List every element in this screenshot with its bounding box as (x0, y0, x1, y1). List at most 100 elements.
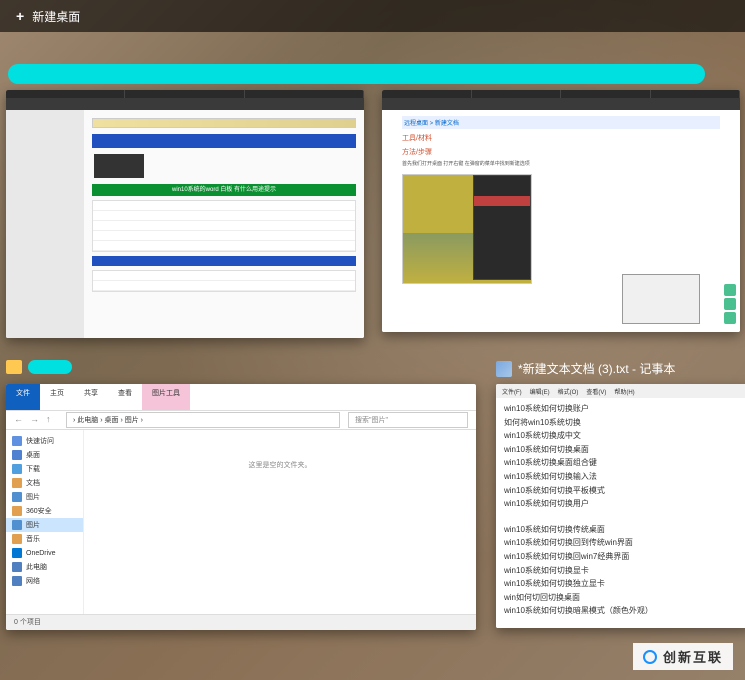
notepad-line: win10系统如何切换独立显卡 (504, 577, 743, 591)
article-breadcrumb: 远程桌面 > 新建文档 (402, 116, 720, 129)
sidebar-label: OneDrive (26, 550, 56, 557)
window-explorer[interactable]: 文件 主页 共享 查看 图片工具 ← → ↑ › 此电脑 › 桌面 › 图片 ›… (6, 384, 476, 630)
menu-item[interactable]: 帮助(H) (614, 387, 634, 396)
ribbon-tab-home[interactable]: 主页 (40, 384, 74, 410)
notepad-line: win10系统如何切换输入法 (504, 470, 743, 484)
share-badges (724, 284, 736, 324)
notepad-line: win如何切回切换桌面 (504, 591, 743, 605)
star-icon (12, 436, 22, 446)
sidebar-label: 文档 (26, 478, 40, 488)
notepad-content: win10系统如何切换账户如何将win10系统切换win10系统切换成中文win… (496, 398, 745, 628)
notepad-line: win10系统如何切换桌面 (504, 443, 743, 457)
doc-icon (12, 478, 22, 488)
notepad-line: win10系统如何切换平板模式 (504, 484, 743, 498)
sidebar-item[interactable]: 下载 (6, 462, 83, 476)
explorer-sidebar: 快速访问桌面下载文档图片360安全图片音乐OneDrive此电脑网络 (6, 430, 84, 614)
ribbon-tab-pictools[interactable]: 图片工具 (142, 384, 190, 410)
pc-icon (12, 562, 22, 572)
notepad-line: win10系统如何切换账户 (504, 402, 743, 416)
notepad-line: win10系统如何切换回win7经典界面 (504, 550, 743, 564)
watermark: 创新互联 (633, 643, 733, 670)
sidebar-item[interactable]: 音乐 (6, 532, 83, 546)
new-desktop-label: 新建桌面 (32, 8, 80, 25)
explorer-content: 这里是空的文件夹。 (84, 430, 476, 614)
folder-icon (6, 360, 22, 374)
back-icon[interactable]: ← (14, 414, 26, 426)
sidebar-item[interactable]: 快速访问 (6, 434, 83, 448)
notepad-line: win10系统如何切换回到传统win界面 (504, 536, 743, 550)
notepad-line: 如何将win10系统切换 (504, 416, 743, 430)
notepad-line: win10系统切换成中文 (504, 429, 743, 443)
sidebar-item[interactable]: 网络 (6, 574, 83, 588)
sidebar-item[interactable]: 此电脑 (6, 560, 83, 574)
sidebar-item[interactable]: 文档 (6, 476, 83, 490)
up-icon[interactable]: ↑ (46, 414, 58, 426)
ribbon-tab-view[interactable]: 查看 (108, 384, 142, 410)
chrome-addressbar (6, 98, 364, 110)
new-desktop-button[interactable]: + 新建桌面 (16, 8, 80, 25)
address-path[interactable]: › 此电脑 › 桌面 › 图片 › (66, 412, 340, 428)
window-notepad[interactable]: 文件(F) 编辑(E) 格式(O) 查看(V) 帮助(H) win10系统如何切换账户如… (496, 384, 745, 628)
sidebar-label: 360安全 (26, 506, 52, 516)
sidebar-item[interactable]: 360安全 (6, 504, 83, 518)
shortcut-table (92, 200, 356, 252)
watermark-text: 创新互联 (663, 647, 723, 666)
menu-item[interactable]: 查看(V) (586, 387, 606, 396)
blue-header (92, 134, 356, 148)
badge-icon (724, 298, 736, 310)
pic-icon (12, 520, 22, 530)
blue-section (92, 256, 356, 266)
word-toolbar (92, 118, 356, 128)
window-chrome-2[interactable]: 远程桌面 > 新建文档 工具/材料 方法/步骤 首先我们打开桌面 打开右键 在弹… (382, 90, 740, 332)
menu-item[interactable]: 格式(O) (558, 387, 579, 396)
chrome-tabs (382, 90, 740, 98)
notepad-line: win10系统如何切换用户 (504, 497, 743, 511)
empty-message: 这里是空的文件夹。 (249, 460, 312, 470)
menu-item[interactable]: 文件(F) (502, 387, 522, 396)
sidebar-item[interactable]: 图片 (6, 490, 83, 504)
sidebar-label: 网络 (26, 576, 40, 586)
notepad-menubar: 文件(F) 编辑(E) 格式(O) 查看(V) 帮助(H) (496, 384, 745, 398)
sidebar-item[interactable]: 图片 (6, 518, 83, 532)
sidebar-label: 音乐 (26, 534, 40, 544)
article-text: 首先我们打开桌面 打开右键 在弹窗的菜单中找到新建选项 (402, 161, 720, 168)
desktop-icon (12, 450, 22, 460)
notepad-line (504, 511, 743, 523)
shortcut-table-2 (92, 270, 356, 292)
badge-icon (724, 284, 736, 296)
status-bar: 0 个项目 (6, 614, 476, 630)
net-icon (12, 576, 22, 586)
window-chrome-1[interactable]: win10系统的word 白板 有什么用途提示 (6, 90, 364, 338)
redaction-label (28, 360, 72, 374)
sidebar-label: 图片 (26, 492, 40, 502)
plus-icon: + (16, 8, 24, 24)
chrome-tabs (6, 90, 364, 98)
task-view-topbar: + 新建桌面 (0, 0, 745, 32)
notepad-line: win10系统如何切换传统桌面 (504, 523, 743, 537)
green-banner: win10系统的word 白板 有什么用途提示 (92, 184, 356, 196)
chrome1-sidebar (6, 110, 84, 338)
download-icon (12, 464, 22, 474)
menu-item[interactable]: 编辑(E) (530, 387, 550, 396)
thumb-image (94, 154, 144, 178)
watermark-logo-icon (643, 650, 657, 664)
search-input[interactable]: 搜索"图片" (348, 412, 468, 428)
ribbon-tab-file[interactable]: 文件 (6, 384, 40, 410)
context-menu (473, 175, 531, 280)
small-dialog (622, 274, 700, 324)
forward-icon[interactable]: → (30, 414, 42, 426)
sidebar-label: 此电脑 (26, 562, 47, 572)
badge-icon (724, 312, 736, 324)
notepad-line: win10系统切换桌面组合键 (504, 456, 743, 470)
chrome-addressbar (382, 98, 740, 110)
notepad-title: *新建文本文档 (3).txt - 记事本 (518, 360, 675, 377)
article-title: 工具/材料 (402, 133, 720, 143)
sidebar-item[interactable]: OneDrive (6, 546, 83, 560)
ribbon-tab-share[interactable]: 共享 (74, 384, 108, 410)
onedrive-icon (12, 548, 22, 558)
pic-icon (12, 492, 22, 502)
notepad-line: win10系统如何切换暗黑模式（颜色外观） (504, 604, 743, 618)
doc-icon (12, 506, 22, 516)
sidebar-label: 快速访问 (26, 436, 54, 446)
sidebar-item[interactable]: 桌面 (6, 448, 83, 462)
